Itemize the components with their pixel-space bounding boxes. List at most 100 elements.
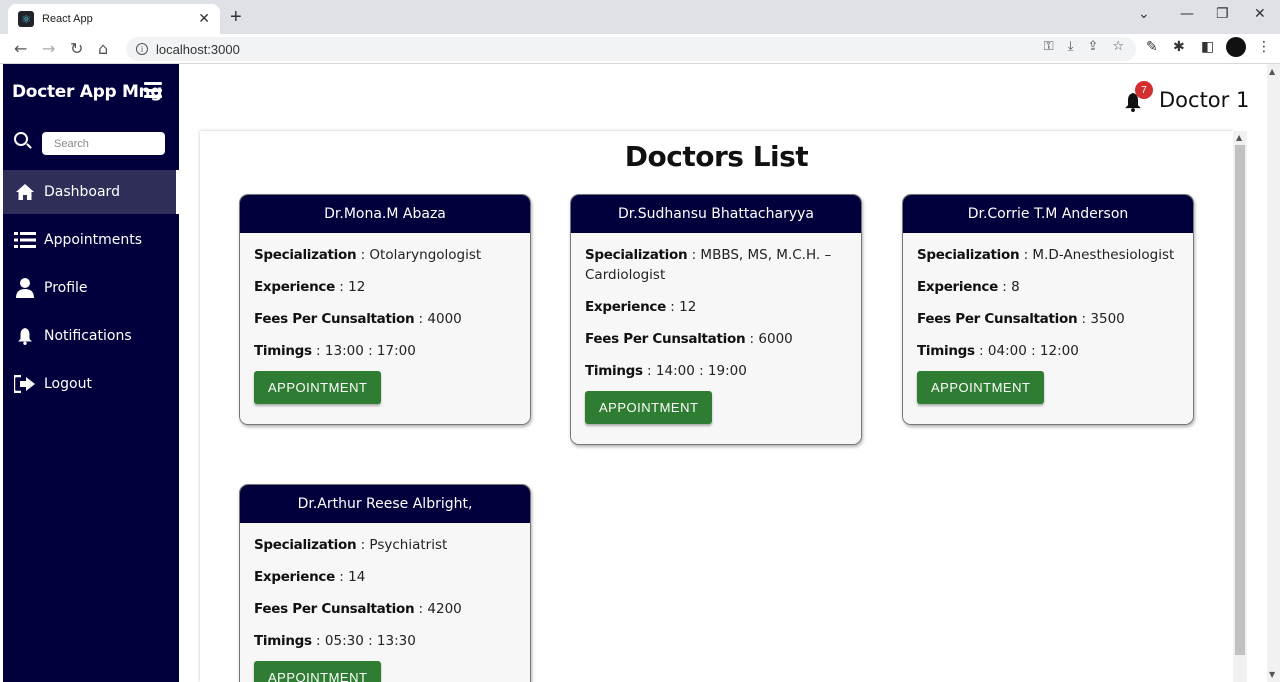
profile-avatar[interactable] [1226, 37, 1246, 57]
notification-badge[interactable]: 7 [1135, 81, 1153, 99]
timings-row: Timings : 04:00 : 12:00 [917, 343, 1079, 359]
content-scrollbar[interactable]: ▲ [1233, 131, 1247, 682]
fees-row: Fees Per Cunsaltation : 6000 [585, 331, 793, 347]
user-name[interactable]: Doctor 1 [1159, 88, 1249, 112]
install-icon[interactable]: ⤓ [1068, 39, 1074, 54]
react-logo-icon: ⚛ [18, 11, 34, 27]
sidebar-item-appointments[interactable]: Appointments [3, 218, 179, 262]
app-brand: Docter App Mng [12, 82, 163, 102]
site-info-icon[interactable]: i [136, 43, 148, 55]
tab-search-icon[interactable]: ⌄ [1138, 6, 1150, 22]
page-title: Doctors List [624, 140, 809, 173]
doctor-name: Dr.Corrie T.M Anderson [903, 195, 1193, 233]
browser-menu-icon[interactable]: ⋮ [1257, 39, 1271, 55]
sidebar-item-profile[interactable]: Profile [3, 266, 179, 310]
timings-label: Timings [254, 633, 312, 649]
experience-row: Experience : 8 [917, 279, 1020, 295]
doctor-card[interactable]: Dr.Corrie T.M Anderson Specialization : … [902, 194, 1194, 425]
specialization-label: Specialization [917, 247, 1020, 263]
fees-row: Fees Per Cunsaltation : 4000 [254, 311, 462, 327]
specialization-row: Specialization : MBBS, MS, M.C.H. – Card… [585, 247, 832, 283]
tab-title: React App [42, 13, 93, 25]
fees-label: Fees Per Cunsaltation [917, 311, 1078, 327]
sidebar-item-dashboard[interactable]: Dashboard [3, 170, 179, 214]
timings-row: Timings : 13:00 : 17:00 [254, 343, 416, 359]
timings-label: Timings [585, 363, 643, 379]
fees-value: 4200 [427, 601, 462, 617]
bookmark-star-icon[interactable]: ☆ [1112, 39, 1124, 54]
appointment-button[interactable]: APPOINTMENT [917, 371, 1045, 404]
experience-label: Experience [254, 279, 335, 295]
search-input[interactable] [42, 132, 165, 155]
fees-row: Fees Per Cunsaltation : 4200 [254, 601, 462, 617]
hamburger-menu-icon[interactable] [144, 82, 162, 98]
page-scroll-down-icon[interactable]: ▼ [1269, 670, 1275, 679]
side-panel-icon[interactable]: ◧ [1201, 39, 1214, 55]
address-bar: ← → ↻ ⌂ i localhost:3000 ⚿ ⤓ ⇪ ☆ ✎ ✱ ◧ ⋮ [0, 34, 1280, 64]
doctor-card[interactable]: Dr.Arthur Reese Albright, Specialization… [239, 484, 531, 682]
list-icon [14, 229, 36, 251]
specialization-row: Specialization : M.D-Anesthesiologist [917, 247, 1175, 263]
appointment-button[interactable]: APPOINTMENT [585, 391, 713, 424]
reload-icon[interactable]: ↻ [70, 39, 83, 58]
fees-label: Fees Per Cunsaltation [254, 311, 415, 327]
doctor-name: Dr.Sudhansu Bhattacharyya [571, 195, 861, 233]
home-icon [14, 181, 36, 203]
specialization-row: Specialization : Psychiatrist [254, 537, 448, 553]
page-scroll-up-icon[interactable]: ▲ [1269, 67, 1275, 76]
timings-label: Timings [917, 343, 975, 359]
specialization-value: Psychiatrist [369, 537, 448, 553]
experience-row: Experience : 14 [254, 569, 366, 585]
app-header: 7 Doctor 1 [179, 64, 1267, 130]
close-window-icon[interactable]: ✕ [1254, 6, 1266, 22]
timings-row: Timings : 05:30 : 13:30 [254, 633, 416, 649]
forward-icon[interactable]: → [42, 39, 55, 58]
home-page-icon[interactable]: ⌂ [98, 39, 108, 58]
experience-label: Experience [917, 279, 998, 295]
sidebar-item-label: Dashboard [44, 184, 120, 200]
browser-tab-bar: ⚛ React App ✕ + ⌄ — ❐ ✕ [0, 0, 1280, 34]
experience-value: 8 [1011, 279, 1020, 295]
fees-value: 4000 [427, 311, 462, 327]
sidebar-item-notifications[interactable]: Notifications [3, 314, 179, 358]
experience-value: 14 [348, 569, 366, 585]
extensions-puzzle-icon[interactable]: ✱ [1173, 39, 1185, 55]
sidebar-item-label: Profile [44, 280, 88, 296]
doctor-card[interactable]: Dr.Sudhansu Bhattacharyya Specialization… [570, 194, 862, 445]
pen-extension-icon[interactable]: ✎ [1146, 39, 1158, 55]
specialization-row: Specialization : Otolaryngologist [254, 247, 482, 263]
experience-label: Experience [254, 569, 335, 585]
browser-tab[interactable]: ⚛ React App ✕ [8, 4, 220, 34]
fees-label: Fees Per Cunsaltation [585, 331, 746, 347]
page-scrollbar[interactable]: ▲ ▼ [1267, 64, 1280, 682]
back-icon[interactable]: ← [14, 39, 27, 58]
minimize-icon[interactable]: — [1180, 6, 1194, 22]
timings-row: Timings : 14:00 : 19:00 [585, 363, 747, 379]
sidebar-item-label: Notifications [44, 328, 132, 344]
specialization-value: M.D-Anesthesiologist [1032, 247, 1175, 263]
appointment-button[interactable]: APPOINTMENT [254, 661, 382, 682]
sidebar-item-label: Appointments [44, 232, 143, 248]
sidebar-item-logout[interactable]: Logout [3, 362, 179, 406]
new-tab-icon[interactable]: + [230, 6, 242, 29]
timings-value: 13:00 : 17:00 [324, 343, 416, 359]
experience-row: Experience : 12 [254, 279, 366, 295]
timings-value: 04:00 : 12:00 [987, 343, 1079, 359]
maximize-icon[interactable]: ❐ [1216, 6, 1229, 22]
close-tab-icon[interactable]: ✕ [198, 11, 210, 27]
experience-label: Experience [585, 299, 666, 315]
fees-value: 3500 [1090, 311, 1125, 327]
doctor-name: Dr.Mona.M Abaza [240, 195, 530, 233]
user-icon [14, 277, 36, 299]
doctor-card[interactable]: Dr.Mona.M Abaza Specialization : Otolary… [239, 194, 531, 425]
logout-icon [14, 373, 36, 395]
scrollbar-thumb[interactable] [1235, 145, 1245, 655]
share-icon[interactable]: ⇪ [1087, 39, 1098, 54]
scroll-up-icon[interactable]: ▲ [1236, 133, 1242, 142]
url-field[interactable]: i localhost:3000 ⚿ ⤓ ⇪ ☆ [126, 37, 1136, 61]
fees-value: 6000 [758, 331, 793, 347]
appointment-button[interactable]: APPOINTMENT [254, 371, 382, 404]
key-icon[interactable]: ⚿ [1044, 39, 1054, 54]
specialization-label: Specialization [254, 537, 357, 553]
doctor-name: Dr.Arthur Reese Albright, [240, 485, 530, 523]
